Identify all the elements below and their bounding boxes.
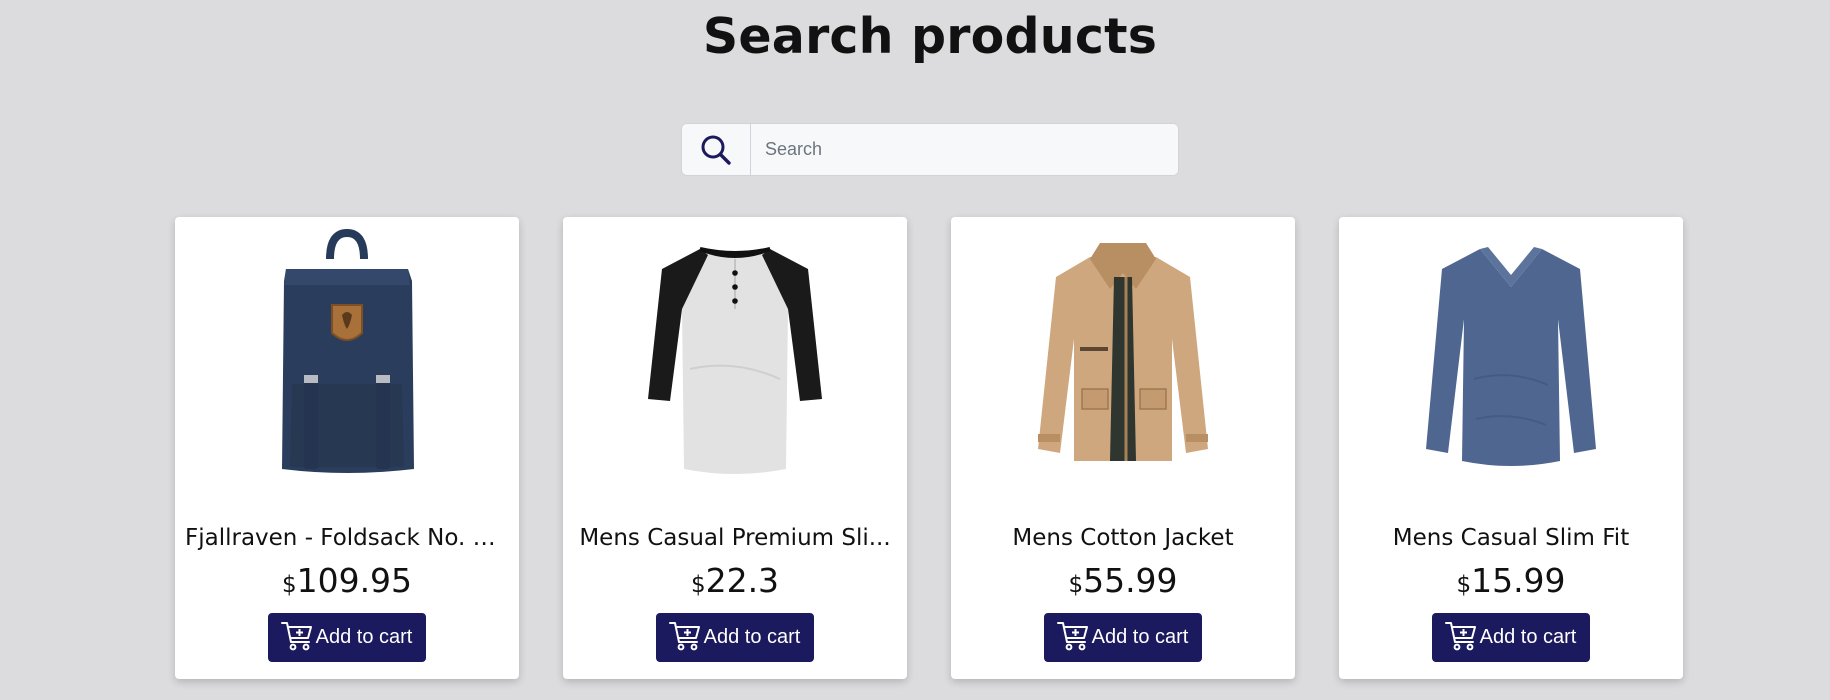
product-title: Mens Casual Premium Sli... (579, 525, 891, 551)
search-input[interactable] (751, 124, 1178, 175)
add-to-cart-label: Add to cart (315, 626, 413, 648)
price-amount: 22.3 (705, 561, 780, 600)
price-amount: 109.95 (296, 561, 413, 600)
product-image (563, 229, 907, 479)
product-grid: Fjallraven - Foldsack No. 1... $109.95 A… (175, 217, 1683, 679)
jacket-image (1038, 243, 1208, 461)
add-to-cart-button[interactable]: Add to cart (656, 613, 814, 662)
add-to-cart-button[interactable]: Add to cart (1432, 613, 1590, 662)
cart-plus-icon (668, 618, 702, 658)
product-price: $22.3 (563, 561, 907, 600)
product-price: $55.99 (951, 561, 1295, 600)
currency-symbol: $ (1068, 572, 1084, 598)
cart-plus-icon (1444, 618, 1478, 658)
cart-plus-icon (1056, 618, 1090, 658)
add-to-cart-label: Add to cart (1091, 626, 1189, 648)
product-image (1339, 229, 1683, 479)
currency-symbol: $ (1456, 572, 1472, 598)
product-card: Mens Casual Premium Sli... $22.3 Add to … (563, 217, 907, 679)
cart-plus-icon (280, 618, 314, 658)
currency-symbol: $ (281, 572, 297, 598)
add-to-cart-button[interactable]: Add to cart (268, 613, 426, 662)
search-bar (681, 123, 1179, 176)
product-price: $15.99 (1339, 561, 1683, 600)
page-title: Search products (702, 8, 1158, 65)
product-price: $109.95 (175, 561, 519, 600)
price-amount: 15.99 (1471, 561, 1566, 600)
product-card: Mens Cotton Jacket $55.99 Add to cart (951, 217, 1295, 679)
product-card: Fjallraven - Foldsack No. 1... $109.95 A… (175, 217, 519, 679)
product-title: Mens Casual Slim Fit (1392, 525, 1630, 551)
product-title: Mens Cotton Jacket (1012, 525, 1234, 551)
backpack-image (282, 229, 414, 473)
add-to-cart-button[interactable]: Add to cart (1044, 613, 1202, 662)
add-to-cart-label: Add to cart (1479, 626, 1577, 648)
search-icon[interactable] (682, 124, 751, 175)
currency-symbol: $ (690, 572, 706, 598)
product-card: Mens Casual Slim Fit $15.99 Add to cart (1339, 217, 1683, 679)
price-amount: 55.99 (1083, 561, 1178, 600)
product-image (175, 229, 519, 479)
long-sleeve-shirt-image (1426, 247, 1596, 466)
add-to-cart-label: Add to cart (703, 626, 801, 648)
raglan-shirt-image (648, 247, 822, 474)
product-title: Fjallraven - Foldsack No. 1... (185, 525, 509, 551)
product-image (951, 229, 1295, 479)
